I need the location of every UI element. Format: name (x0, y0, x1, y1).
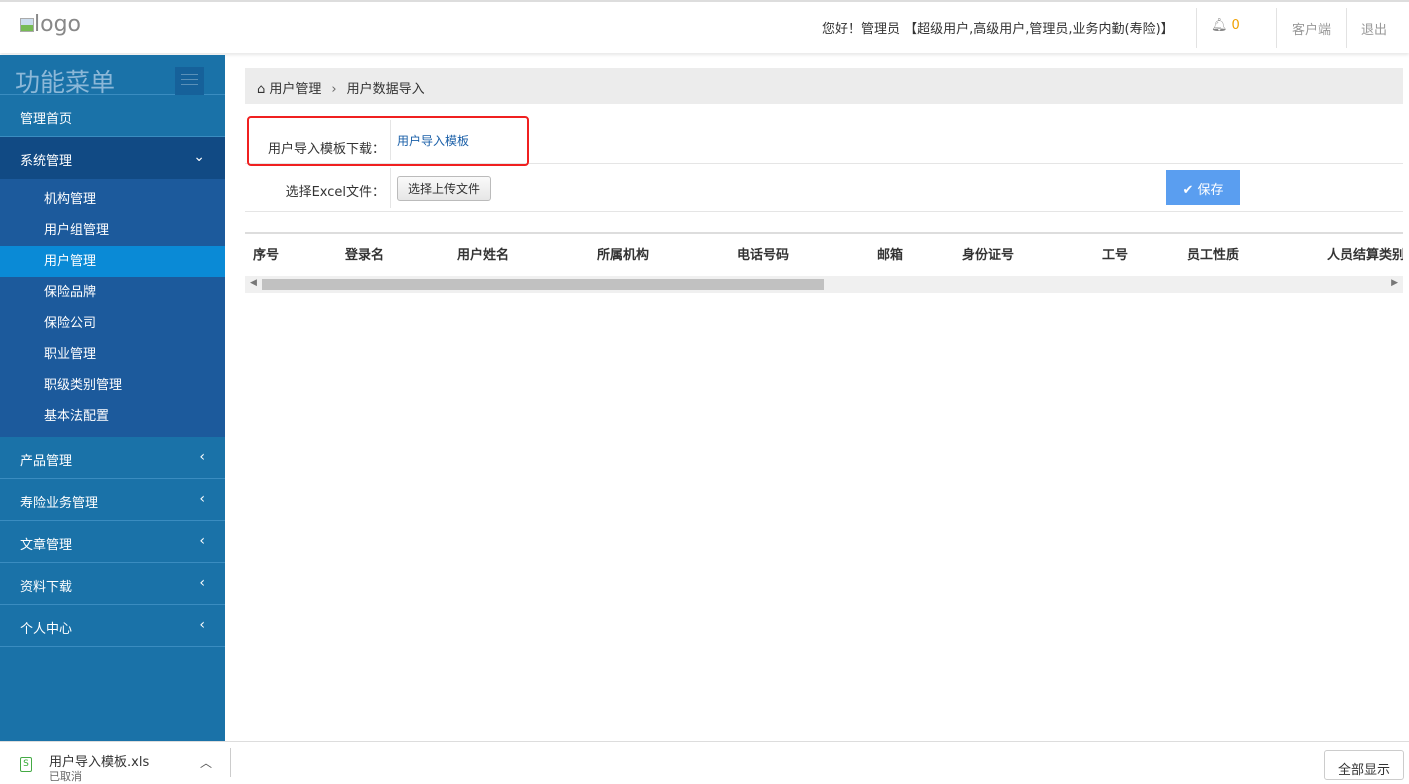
horizontal-scrollbar[interactable]: ◀ ▶ (245, 276, 1403, 293)
divider (390, 168, 391, 208)
chevron-left-icon: ‹ (199, 449, 205, 465)
divider (1196, 8, 1197, 48)
submenu-item-company[interactable]: 保险公司 (0, 308, 225, 339)
home-icon: ⌂ (257, 82, 266, 97)
main-content: ⌂ 用户管理 › 用户数据导入 用户导入模板下载： 用户导入模板 选择Excel文件… (245, 68, 1403, 293)
data-table: 序号 登录名 用户姓名 所属机构 电话号码 邮箱 身份证号 工号 员工性质 人员… (245, 232, 1403, 278)
logout-link[interactable]: 退出 (1361, 19, 1387, 38)
submenu-item-org[interactable]: 机构管理 (0, 184, 225, 215)
sidebar-item-life[interactable]: 寿险业务管理 ‹ (0, 479, 225, 521)
sidebar-title: 功能菜单 (15, 68, 116, 97)
highlight-box (247, 116, 529, 166)
submenu-item-occupation[interactable]: 职业管理 (0, 339, 225, 370)
breadcrumb: ⌂ 用户管理 › 用户数据导入 (245, 68, 1403, 104)
sidebar-item-label: 资料下载 (20, 580, 73, 595)
sidebar-item-download[interactable]: 资料下载 ‹ (0, 563, 225, 605)
chevron-up-icon[interactable]: ︿ (200, 754, 212, 771)
file-label: 选择Excel文件： (285, 185, 385, 200)
sidebar-item-article[interactable]: 文章管理 ‹ (0, 521, 225, 563)
logo: logo (20, 12, 81, 37)
sidebar-item-label: 系统管理 (20, 154, 73, 169)
submenu-item-rank[interactable]: 职级类别管理 (0, 370, 225, 401)
column-header: 序号 (253, 248, 280, 263)
sidebar-item-home[interactable]: 管理首页 (0, 95, 225, 137)
scrollbar-thumb[interactable] (262, 279, 824, 290)
column-header: 用户姓名 (457, 248, 510, 263)
spreadsheet-file-icon: S (20, 757, 32, 772)
sidebar-item-profile[interactable]: 个人中心 ‹ (0, 605, 225, 647)
file-row: 选择Excel文件： 选择上传文件 ✔ 保存 (245, 164, 1403, 212)
chevron-left-icon: ‹ (199, 533, 205, 549)
breadcrumb-parent[interactable]: 用户管理 (269, 82, 321, 97)
download-bar: S 用户导入模板.xls 已取消 ︿ 全部显示 (0, 741, 1409, 783)
sidebar-item-label: 个人中心 (20, 622, 73, 637)
divider (1346, 8, 1347, 48)
save-label: 保存 (1197, 183, 1224, 198)
chevron-left-icon: ‹ (199, 575, 205, 591)
menu-toggle-icon[interactable] (175, 67, 204, 95)
submenu-item-basic-law[interactable]: 基本法配置 (0, 401, 225, 432)
download-status: 已取消 (49, 770, 82, 783)
divider (1276, 8, 1277, 48)
column-header: 邮箱 (877, 248, 904, 263)
column-header: 所属机构 (597, 248, 650, 263)
notification-count: 0 (1231, 18, 1240, 33)
column-header: 登录名 (345, 248, 385, 263)
column-header: 员工性质 (1187, 248, 1240, 263)
broken-image-icon (20, 18, 34, 32)
sidebar-header: 功能菜单 (0, 55, 225, 97)
divider (230, 748, 231, 777)
submenu-system: 机构管理 用户组管理 用户管理 保险品牌 保险公司 职业管理 职级类别管理 基本… (0, 179, 225, 437)
chevron-left-icon: ‹ (199, 617, 205, 633)
chevron-right-icon: › (331, 82, 337, 97)
submenu-item-user[interactable]: 用户管理 (0, 246, 225, 277)
sidebar: 功能菜单 管理首页 系统管理 ⌄ 机构管理 用户组管理 用户管理 保险品牌 保险公… (0, 55, 225, 741)
sidebar-item-label: 管理首页 (20, 112, 73, 127)
scroll-left-icon[interactable]: ◀ (250, 278, 257, 288)
breadcrumb-current: 用户数据导入 (346, 82, 425, 97)
client-link[interactable]: 客户端 (1292, 19, 1331, 38)
scroll-right-icon[interactable]: ▶ (1391, 278, 1398, 288)
notifications-button[interactable]: 🔔︎ 0 (1211, 18, 1240, 33)
chevron-down-icon: ⌄ (193, 149, 205, 165)
column-header: 人员结算类别 (1327, 248, 1403, 263)
chevron-left-icon: ‹ (199, 491, 205, 507)
bell-icon: 🔔︎ (1211, 18, 1228, 33)
column-header: 工号 (1102, 248, 1129, 263)
submenu-item-usergroup[interactable]: 用户组管理 (0, 215, 225, 246)
check-icon: ✔ (1182, 183, 1198, 198)
column-header: 电话号码 (737, 248, 790, 263)
sidebar-item-product[interactable]: 产品管理 ‹ (0, 437, 225, 479)
user-greeting: 您好！管理员 【超级用户,高级用户,管理员,业务内勤(寿险)】 (822, 22, 1174, 37)
sidebar-item-label: 寿险业务管理 (20, 496, 99, 511)
sidebar-item-label: 文章管理 (20, 538, 73, 553)
save-button[interactable]: ✔ 保存 (1166, 170, 1240, 205)
submenu-item-brand[interactable]: 保险品牌 (0, 277, 225, 308)
sidebar-item-label: 产品管理 (20, 454, 73, 469)
sidebar-item-system[interactable]: 系统管理 ⌄ (0, 137, 225, 179)
upload-file-button[interactable]: 选择上传文件 (397, 176, 492, 201)
column-header: 身份证号 (962, 248, 1015, 263)
top-bar: logo 您好！管理员 【超级用户,高级用户,管理员,业务内勤(寿险)】 🔔︎ 0… (0, 0, 1409, 53)
